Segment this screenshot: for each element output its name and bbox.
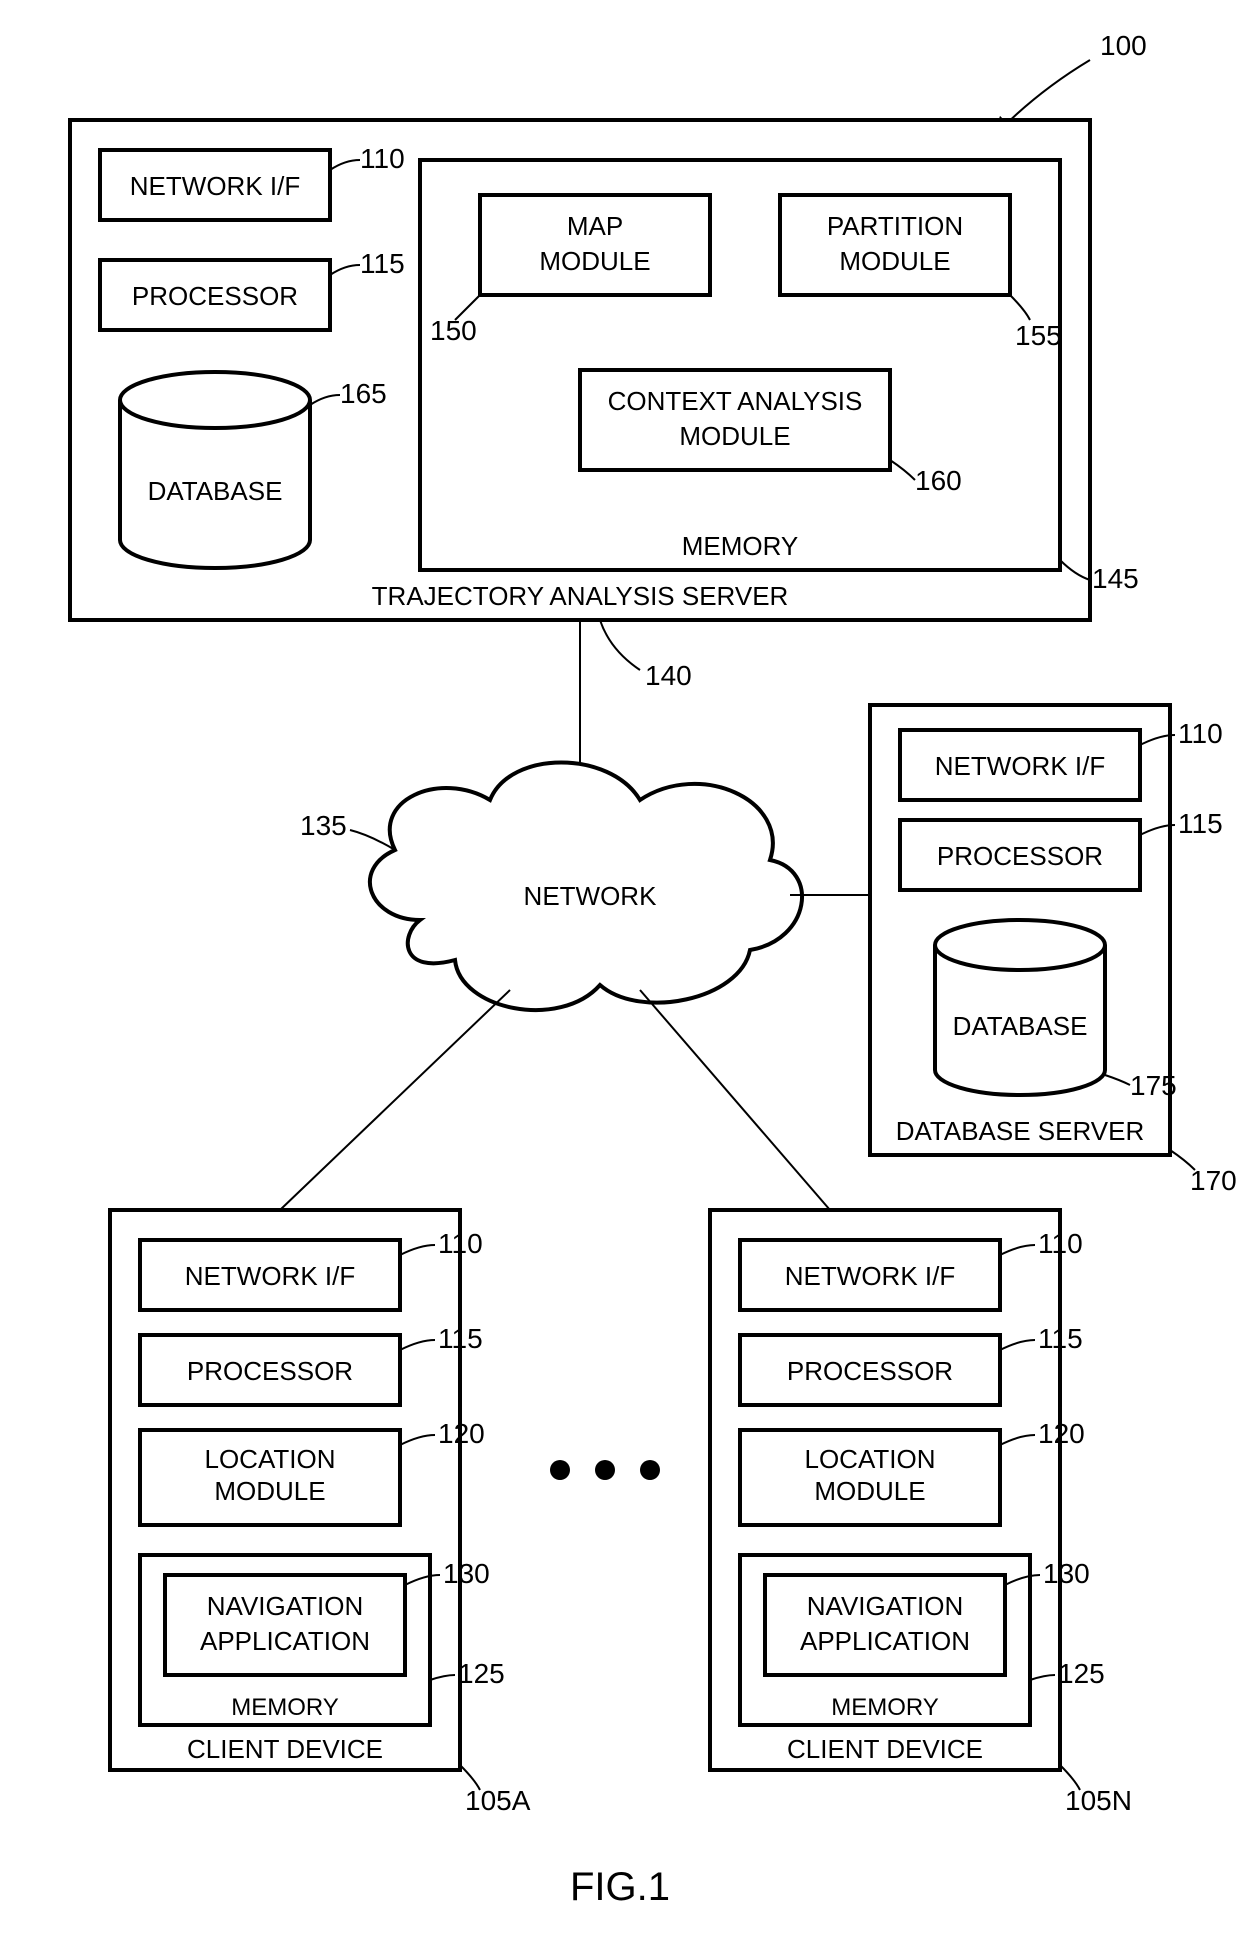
ref-170: 170 — [1190, 1165, 1237, 1196]
ref-115-n: 115 — [1038, 1323, 1083, 1354]
leader-140 — [600, 620, 640, 670]
client-a-network-if-label: NETWORK I/F — [185, 1261, 355, 1291]
client-a-title: CLIENT DEVICE — [187, 1734, 383, 1764]
link-network-clientA — [280, 990, 510, 1210]
server-processor-label: PROCESSOR — [132, 281, 298, 311]
ellipsis-dot — [595, 1460, 615, 1480]
map-module-l1: MAP — [567, 211, 623, 241]
context-module-box — [580, 370, 890, 470]
map-module-box — [480, 195, 710, 295]
ref-125-a: 125 — [458, 1658, 505, 1689]
db-network-if-label: NETWORK I/F — [935, 751, 1105, 781]
client-n-title: CLIENT DEVICE — [787, 1734, 983, 1764]
ref-160: 160 — [915, 465, 962, 496]
client-n-nav-box — [765, 1575, 1005, 1675]
context-module-l1: CONTEXT ANALYSIS — [608, 386, 863, 416]
client-n-nav-l1: NAVIGATION — [807, 1591, 964, 1621]
client-n-nav-l2: APPLICATION — [800, 1626, 970, 1656]
client-a-location-l2: MODULE — [214, 1476, 325, 1506]
client-n-processor-label: PROCESSOR — [787, 1356, 953, 1386]
client-a-location-l1: LOCATION — [205, 1444, 336, 1474]
client-a-nav-l1: NAVIGATION — [207, 1591, 364, 1621]
server-database-label: DATABASE — [148, 476, 283, 506]
client-a-nav-l2: APPLICATION — [200, 1626, 370, 1656]
figure-caption: FIG.1 — [570, 1865, 670, 1909]
db-database-label: DATABASE — [953, 1011, 1088, 1041]
ellipsis-dot — [550, 1460, 570, 1480]
ref-115-db: 115 — [1178, 808, 1223, 839]
link-network-clientN — [640, 990, 830, 1210]
client-a-memory-title: MEMORY — [231, 1694, 339, 1721]
client-n-memory-title: MEMORY — [831, 1694, 939, 1721]
client-a-processor-label: PROCESSOR — [187, 1356, 353, 1386]
ref-105A: 105A — [465, 1785, 531, 1816]
ref-105N: 105N — [1065, 1785, 1132, 1816]
trajectory-server-title: TRAJECTORY ANALYSIS SERVER — [372, 581, 789, 611]
ref-100: 100 — [1100, 30, 1147, 61]
client-n-location-l2: MODULE — [814, 1476, 925, 1506]
network-cloud: NETWORK — [370, 763, 802, 1011]
ref-115-a: 115 — [438, 1323, 483, 1354]
partition-module-box — [780, 195, 1010, 295]
ref-175: 175 — [1130, 1070, 1177, 1101]
server-memory-title: MEMORY — [682, 531, 799, 561]
server-network-if-label: NETWORK I/F — [130, 171, 300, 201]
client-n-location-l1: LOCATION — [805, 1444, 936, 1474]
ref-110-n: 110 — [1038, 1228, 1083, 1259]
ref-130-a: 130 — [443, 1558, 490, 1589]
ref-115-server: 115 — [360, 248, 405, 279]
ref-110-db: 110 — [1178, 718, 1223, 749]
ellipsis-dot — [640, 1460, 660, 1480]
db-server-title: DATABASE SERVER — [896, 1116, 1145, 1146]
client-a-nav-box — [165, 1575, 405, 1675]
network-label: NETWORK — [524, 881, 658, 911]
client-n-network-if-label: NETWORK I/F — [785, 1261, 955, 1291]
ref-110-server: 110 — [360, 143, 405, 174]
ref-120-n: 120 — [1038, 1418, 1085, 1449]
ref-135: 135 — [300, 810, 347, 841]
ref-120-a: 120 — [438, 1418, 485, 1449]
ref-140: 140 — [645, 660, 692, 691]
ref-155: 155 — [1015, 320, 1062, 351]
ref-130-n: 130 — [1043, 1558, 1090, 1589]
diagram-canvas: 100 TRAJECTORY ANALYSIS SERVER 140 NETWO… — [0, 0, 1240, 1934]
partition-module-l1: PARTITION — [827, 211, 963, 241]
ref-145: 145 — [1092, 563, 1139, 594]
partition-module-l2: MODULE — [839, 246, 950, 276]
ref-110-a: 110 — [438, 1228, 483, 1259]
ref-125-n: 125 — [1058, 1658, 1105, 1689]
db-processor-label: PROCESSOR — [937, 841, 1103, 871]
map-module-l2: MODULE — [539, 246, 650, 276]
ref-150: 150 — [430, 315, 477, 346]
context-module-l2: MODULE — [679, 421, 790, 451]
ref-165: 165 — [340, 378, 387, 409]
